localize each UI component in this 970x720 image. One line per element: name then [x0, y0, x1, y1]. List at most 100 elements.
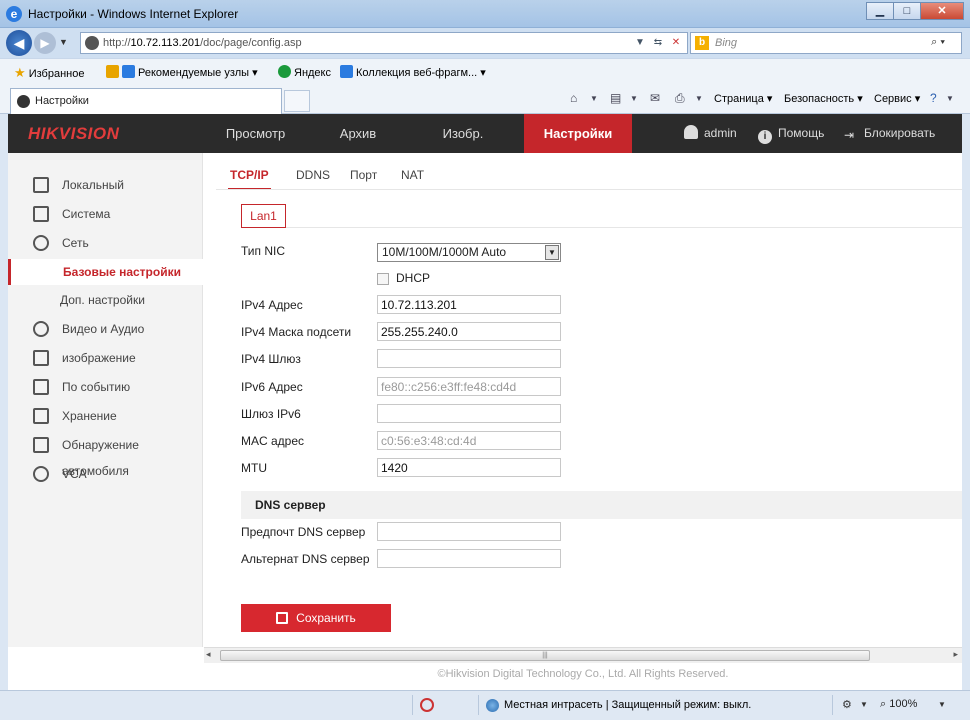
zoom-level[interactable]: ⌕ 100% — [880, 698, 917, 711]
nav-configuration[interactable]: Настройки — [524, 114, 632, 153]
new-tab-button[interactable] — [284, 90, 310, 112]
search-input[interactable]: b Bing ⌕ ▾ — [690, 32, 962, 54]
home-dropdown-icon[interactable]: ▼ — [590, 94, 606, 108]
sidebar-item-storage[interactable]: Хранение — [8, 403, 203, 429]
divider — [478, 695, 479, 715]
print-dropdown-icon[interactable]: ▼ — [695, 94, 711, 108]
divider — [412, 695, 413, 715]
scroll-right-icon[interactable]: ▸ — [953, 649, 958, 660]
sidebar-item-vca[interactable]: VCA — [8, 461, 203, 487]
ipv6-gateway-input[interactable] — [377, 404, 561, 423]
save-disk-icon — [276, 612, 289, 624]
dhcp-checkbox[interactable] — [377, 273, 389, 285]
tab-lan1[interactable]: Lan1 — [241, 204, 286, 228]
tab-nat[interactable]: NAT — [401, 168, 424, 182]
mail-icon[interactable]: ✉ — [650, 91, 666, 105]
sidebar-item-image[interactable]: изображение — [8, 345, 203, 371]
alternate-dns-label: Альтернат DNS сервер — [241, 552, 370, 566]
feeds-icon[interactable]: ▤ — [610, 91, 626, 105]
help-dropdown-icon[interactable]: ▼ — [946, 94, 962, 108]
fav-link-yandex[interactable]: Яндекс — [278, 65, 331, 79]
favorites-add-icon — [106, 65, 119, 78]
save-button[interactable]: Сохранить — [241, 604, 391, 632]
sidebar-item-network[interactable]: Сеть — [8, 230, 203, 256]
tab-port[interactable]: Порт — [350, 168, 377, 182]
sidebar-item-advanced-settings[interactable]: Доп. настройки — [8, 287, 203, 313]
tools-menu[interactable]: Сервис ▾ — [874, 92, 920, 105]
tab-settings[interactable]: Настройки — [10, 88, 282, 114]
home-icon[interactable]: ⌂ — [570, 91, 586, 105]
web-page: HIKVISION Просмотр Архив Изобр. Настройк… — [8, 114, 962, 690]
help-link[interactable]: i Помощь — [758, 114, 824, 153]
nic-type-select[interactable]: 10M/100M/1000M Auto ▼ — [377, 243, 561, 262]
protected-dropdown-icon[interactable]: ▼ — [860, 700, 868, 709]
sidebar: Локальный Система Сеть Базовые настройки… — [8, 153, 203, 647]
star-icon: ★ — [14, 65, 26, 80]
page-menu[interactable]: Страница ▾ — [714, 92, 772, 105]
sidebar-item-local[interactable]: Локальный — [8, 172, 203, 198]
favorites-bar: ★ Избранное Рекомендуемые узлы ▾ Яндекс … — [0, 58, 970, 84]
fav-link-recommended[interactable]: Рекомендуемые узлы ▾ — [106, 65, 258, 79]
ipv4-mask-input[interactable] — [377, 322, 561, 341]
window-title: Настройки - Windows Internet Explorer — [28, 7, 239, 21]
config-content: TCP/IP DDNS Порт NAT Lan1 Тип NIC 10M/10… — [204, 153, 962, 647]
camera-mic-icon — [33, 321, 49, 337]
address-dropdown-icon[interactable]: ▼ — [631, 35, 649, 51]
nic-type-label: Тип NIC — [241, 244, 286, 258]
compat-view-icon[interactable]: ⇆ — [649, 35, 667, 51]
feeds-dropdown-icon[interactable]: ▼ — [630, 94, 646, 108]
favorites-button[interactable]: ★ Избранное — [14, 65, 84, 81]
search-placeholder: Bing — [715, 37, 738, 49]
fav-link-webslices[interactable]: Коллекция веб-фрагм... ▾ — [340, 65, 486, 79]
tab-tcpip[interactable]: TCP/IP — [228, 168, 271, 190]
address-input[interactable]: http://10.72.113.201/doc/page/config.asp… — [80, 32, 688, 54]
nav-picture[interactable]: Изобр. — [403, 114, 523, 153]
sidebar-item-basic-settings[interactable]: Базовые настройки — [8, 259, 203, 285]
ie-logo-icon: e — [6, 6, 22, 22]
stop-icon[interactable]: ✕ — [667, 35, 685, 51]
zone-status-text[interactable]: Местная интрасеть | Защищенный режим: вы… — [504, 699, 751, 711]
nav-live-view[interactable]: Просмотр — [198, 114, 313, 153]
chevron-down-icon: ▼ — [545, 245, 559, 260]
mac-address-input — [377, 431, 561, 450]
vca-icon — [33, 466, 49, 482]
page-icon — [85, 36, 99, 50]
dns-section-header: DNS сервер — [241, 491, 962, 519]
security-status-icon[interactable] — [420, 698, 434, 712]
preferred-dns-input[interactable] — [377, 522, 561, 541]
image-icon — [33, 350, 49, 366]
search-icon[interactable]: ⌕ ▾ — [931, 36, 945, 49]
forward-button[interactable]: ▶ — [34, 32, 56, 54]
help-icon[interactable]: ? — [930, 91, 946, 105]
status-bar: Местная интрасеть | Защищенный режим: вы… — [0, 690, 970, 720]
minimize-button[interactable]: ▁ — [866, 2, 894, 20]
logout-link[interactable]: ⇥ Блокировать — [844, 114, 935, 153]
ipv4-address-input[interactable] — [377, 295, 561, 314]
sidebar-item-event[interactable]: По событию — [8, 374, 203, 400]
mtu-input[interactable] — [377, 458, 561, 477]
back-button[interactable]: ◀ — [6, 30, 32, 56]
nav-playback[interactable]: Архив — [313, 114, 403, 153]
zoom-dropdown-icon[interactable]: ▼ — [938, 700, 946, 709]
scroll-left-icon[interactable]: ◂ — [206, 649, 211, 660]
sidebar-item-video-audio[interactable]: Видео и Аудио — [8, 316, 203, 342]
security-menu[interactable]: Безопасность ▾ — [784, 92, 863, 105]
print-icon[interactable]: ⎙ — [675, 91, 691, 105]
mtu-label: MTU — [241, 461, 267, 475]
history-dropdown-icon[interactable]: ▼ — [59, 37, 68, 47]
sidebar-item-vehicle-detection[interactable]: Обнаружение автомобиля — [8, 432, 203, 478]
scrollbar-thumb[interactable]: ||| — [220, 650, 870, 661]
maximize-button[interactable]: □ — [893, 2, 921, 20]
tab-ddns[interactable]: DDNS — [296, 168, 330, 182]
horizontal-scrollbar[interactable]: ◂ ||| ▸ — [204, 647, 962, 663]
protected-mode-icon[interactable]: ⚙ — [842, 698, 852, 711]
hikvision-logo: HIKVISION — [28, 124, 120, 143]
sidebar-item-system[interactable]: Система — [8, 201, 203, 227]
ie-page-icon — [340, 65, 353, 78]
alternate-dns-input[interactable] — [377, 549, 561, 568]
close-button[interactable]: ✕ — [920, 2, 964, 20]
user-icon — [684, 125, 698, 139]
ipv4-gateway-input[interactable] — [377, 349, 561, 368]
system-icon — [33, 206, 49, 222]
user-menu[interactable]: admin — [684, 114, 737, 153]
